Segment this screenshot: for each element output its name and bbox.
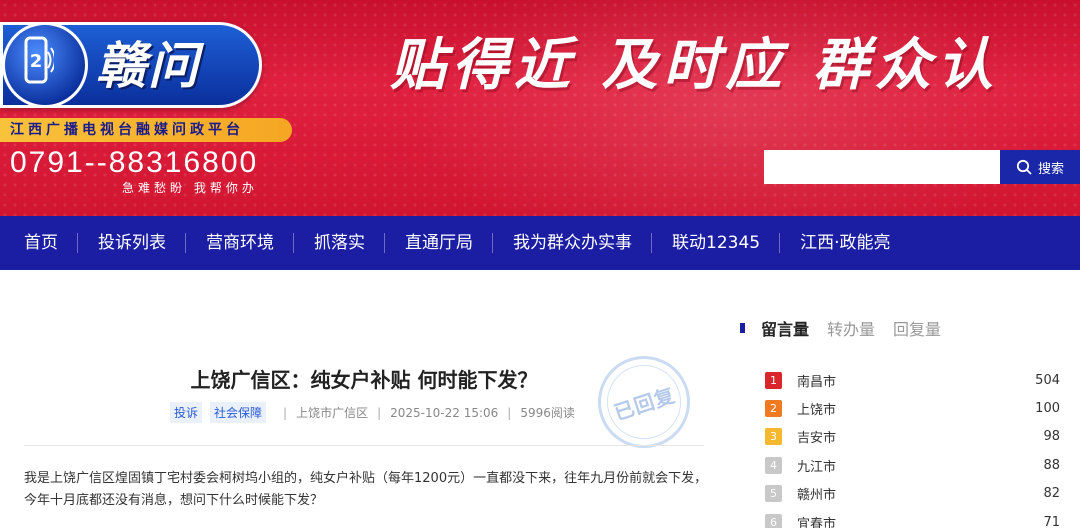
tag-category[interactable]: 社会保障: [210, 402, 267, 423]
search-button-label: 搜索: [1037, 161, 1064, 177]
nav-item-departments[interactable]: 直通厅局: [385, 216, 493, 270]
rank-city: 南昌市: [797, 374, 837, 390]
rank-badge: 3: [765, 428, 782, 446]
rank-city: 吉安市: [797, 431, 837, 447]
search-button[interactable]: 搜索: [1000, 150, 1080, 184]
header-banner: 2 赣问 江西广播电视台融媒问政平台 0791--88316800 急难愁盼 我…: [0, 0, 1080, 216]
search-icon: [1016, 159, 1032, 175]
logo-text: 赣问: [96, 37, 200, 95]
rank-city: 九江市: [797, 459, 837, 475]
nav-item-implementation[interactable]: 抓落实: [294, 216, 385, 270]
platform-label: 江西广播电视台融媒问政平台: [0, 118, 292, 142]
replied-stamp-text: 已回复: [610, 382, 679, 425]
ranking-row[interactable]: 3 吉安市 98: [765, 423, 1060, 451]
meta-separator: |: [507, 405, 512, 420]
rank-count: 82: [1043, 486, 1060, 502]
ranking-list: 1 南昌市 504 2 上饶市 100 3 吉安市 98 4 九江市 88 5 …: [765, 366, 1060, 528]
meta-separator: |: [283, 405, 288, 420]
hotline-number: 0791--88316800: [10, 146, 259, 179]
tab-message-count[interactable]: 留言量: [761, 316, 809, 340]
tab-reply-count[interactable]: 回复量: [893, 316, 941, 340]
phone-icon: 2: [24, 36, 54, 84]
nav-item-complaints[interactable]: 投诉列表: [78, 216, 186, 270]
tab-transfer-count[interactable]: 转办量: [827, 316, 875, 340]
rank-city: 赣州市: [797, 488, 837, 504]
article-body: 我是上饶广信区煌固镇丁宅村委会柯树坞小组的，纯女户补贴（每年1200元）一直都没…: [24, 471, 708, 508]
rank-count: 504: [1035, 372, 1060, 388]
rank-count: 71: [1043, 514, 1060, 528]
ranking-row[interactable]: 1 南昌市 504: [765, 366, 1060, 394]
logo-number: 2: [30, 51, 43, 72]
nav-item-zhengnengliang[interactable]: 江西·政能亮: [780, 216, 910, 270]
rank-count: 100: [1035, 401, 1060, 417]
rank-badge: 6: [765, 513, 782, 528]
article-location: 上饶市广信区: [296, 406, 369, 420]
nav-item-12345[interactable]: 联动12345: [652, 216, 781, 270]
article-datetime: 2025-10-22 15:06: [390, 405, 499, 420]
rank-badge: 2: [765, 400, 782, 418]
search-input[interactable]: [764, 150, 1000, 184]
meta-separator: |: [377, 405, 382, 420]
rank-badge: 4: [765, 456, 782, 474]
ranking-row[interactable]: 5 赣州市 82: [765, 480, 1060, 508]
nav-item-business[interactable]: 营商环境: [186, 216, 294, 270]
tag-complaint[interactable]: 投诉: [170, 402, 203, 423]
rank-count: 88: [1043, 457, 1060, 473]
ranking-row[interactable]: 6 宜春市 71: [765, 508, 1060, 528]
slogan: 贴得近 及时应 群众认: [390, 33, 999, 98]
rank-count: 98: [1043, 429, 1060, 445]
ranking-row[interactable]: 2 上饶市 100: [765, 394, 1060, 422]
main-nav: 首页 投诉列表 营商环境 抓落实 直通厅局 我为群众办实事 联动12345 江西…: [0, 216, 1080, 270]
tab-marker: [740, 323, 745, 333]
ranking-tabs: 留言量 转办量 回复量: [740, 316, 959, 340]
replied-stamp: 已回复: [586, 344, 702, 460]
rank-city: 上饶市: [797, 403, 837, 419]
article-reads: 5996阅读: [520, 406, 575, 420]
hotline-subtitle: 急难愁盼 我帮你办: [122, 181, 258, 195]
nav-item-home[interactable]: 首页: [4, 216, 78, 270]
ranking-row[interactable]: 4 九江市 88: [765, 451, 1060, 479]
nav-item-practical[interactable]: 我为群众办实事: [493, 216, 652, 270]
rank-city: 宜春市: [797, 516, 837, 528]
rank-badge: 5: [765, 485, 782, 503]
article-meta: 投诉 社会保障 | 上饶市广信区 | 2025-10-22 15:06 | 59…: [170, 402, 575, 423]
article-divider: [24, 445, 704, 446]
rank-badge: 1: [765, 371, 782, 389]
